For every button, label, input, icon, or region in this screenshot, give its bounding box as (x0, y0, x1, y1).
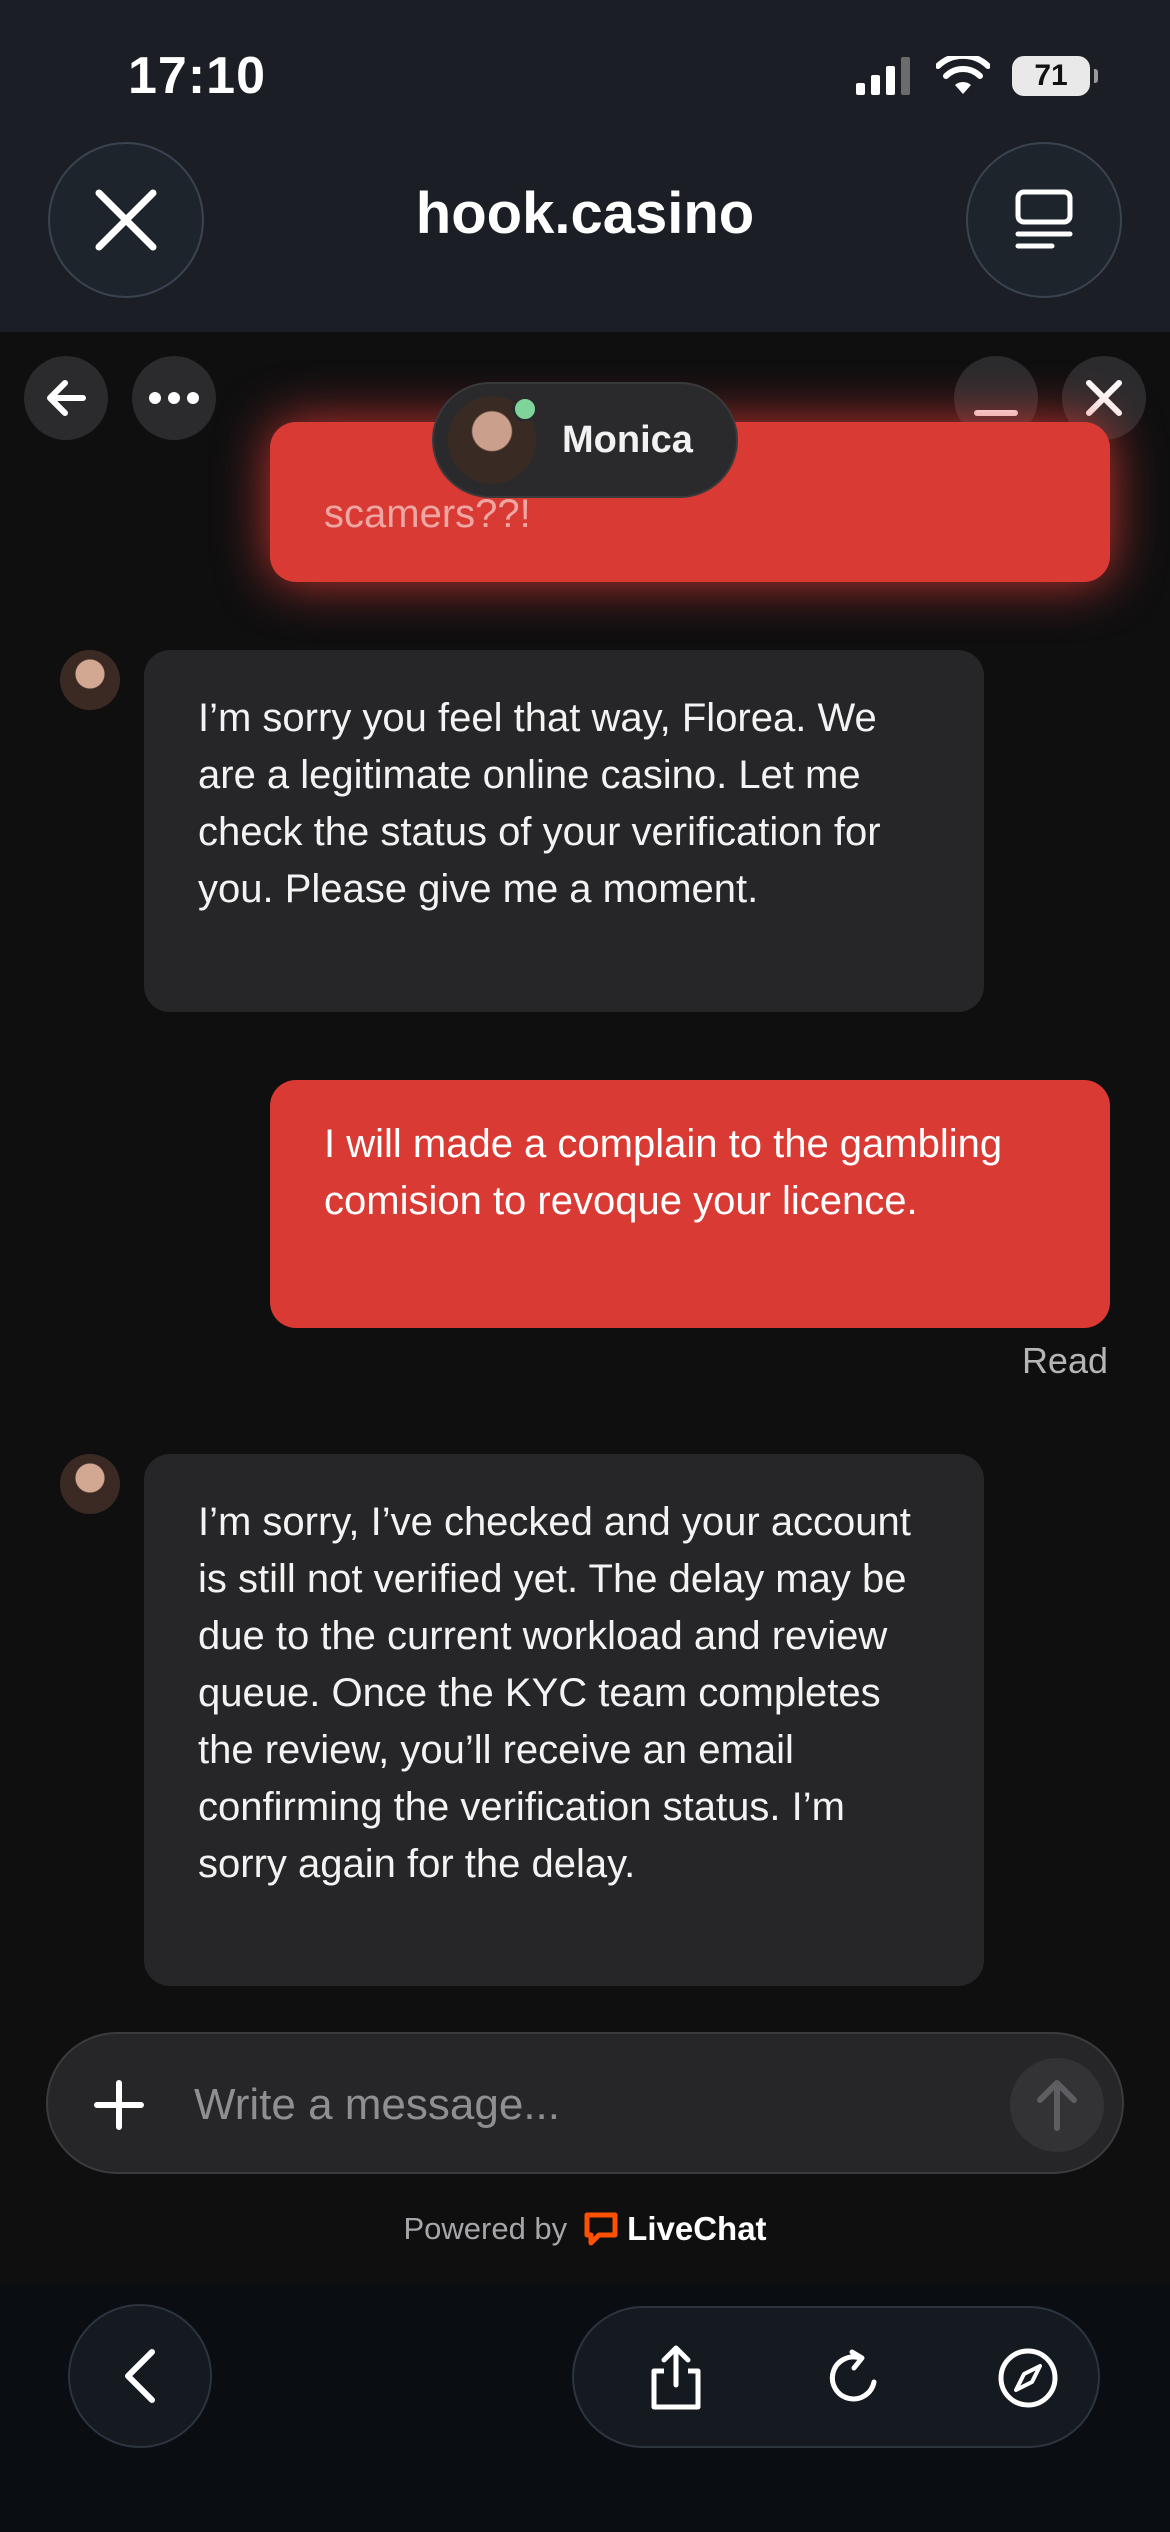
brand-name: LiveChat (627, 2210, 767, 2247)
agent-avatar-small (60, 650, 120, 710)
powered-by-label: Powered by (403, 2211, 568, 2246)
agent-name: Monica (562, 418, 693, 461)
minimize-icon (974, 410, 1018, 416)
reader-mode-button[interactable] (966, 142, 1122, 298)
cellular-signal-icon (856, 57, 910, 95)
compass-icon (998, 2348, 1058, 2408)
chat-window: Monica scamers??! I’m sorry you feel tha… (0, 332, 1170, 2284)
agent-message: I’m sorry you feel that way, Florea. We … (144, 650, 984, 1012)
reader-icon (1015, 189, 1073, 249)
status-time: 17:10 (128, 47, 266, 105)
close-icon (1086, 380, 1122, 416)
send-button[interactable] (1010, 2058, 1104, 2152)
user-message: I will made a complain to the gambling c… (270, 1080, 1110, 1328)
agent-avatar-small (60, 1454, 120, 1514)
compass-button[interactable] (978, 2328, 1078, 2428)
reload-icon (829, 2349, 877, 2402)
agent-avatar (448, 396, 538, 484)
battery-indicator: 71 (1012, 56, 1098, 96)
more-options-button[interactable] (132, 356, 216, 440)
powered-by-footer: Powered by LiveChat (0, 2210, 1170, 2248)
browser-back-button[interactable] (68, 2304, 212, 2448)
livechat-brand[interactable]: LiveChat (583, 2210, 767, 2248)
chevron-left-icon (125, 2349, 155, 2403)
online-status-indicator (512, 396, 538, 422)
status-bar: 17:10 71 (0, 0, 1170, 140)
message-input[interactable] (194, 2034, 994, 2176)
reload-button[interactable] (804, 2328, 904, 2428)
status-icons: 71 (854, 56, 1098, 96)
back-button[interactable] (24, 356, 108, 440)
browser-header: hook.casino (0, 140, 1170, 332)
agent-message: I’m sorry, I’ve checked and your account… (144, 1454, 984, 1986)
message-composer (46, 2032, 1124, 2176)
browser-toolbar (0, 2284, 1170, 2532)
arrow-up-icon (1037, 2080, 1077, 2131)
attach-button[interactable] (84, 2070, 154, 2140)
browser-actions-group (572, 2306, 1100, 2448)
livechat-logo-icon (584, 2212, 618, 2246)
agent-header: Monica (432, 382, 738, 498)
share-button[interactable] (626, 2328, 726, 2428)
share-icon (651, 2345, 701, 2410)
read-receipt: Read (1021, 1340, 1108, 1381)
arrow-left-icon (47, 380, 86, 416)
plus-icon (94, 2080, 144, 2130)
wifi-icon (936, 56, 990, 94)
more-dots-icon (149, 392, 199, 404)
